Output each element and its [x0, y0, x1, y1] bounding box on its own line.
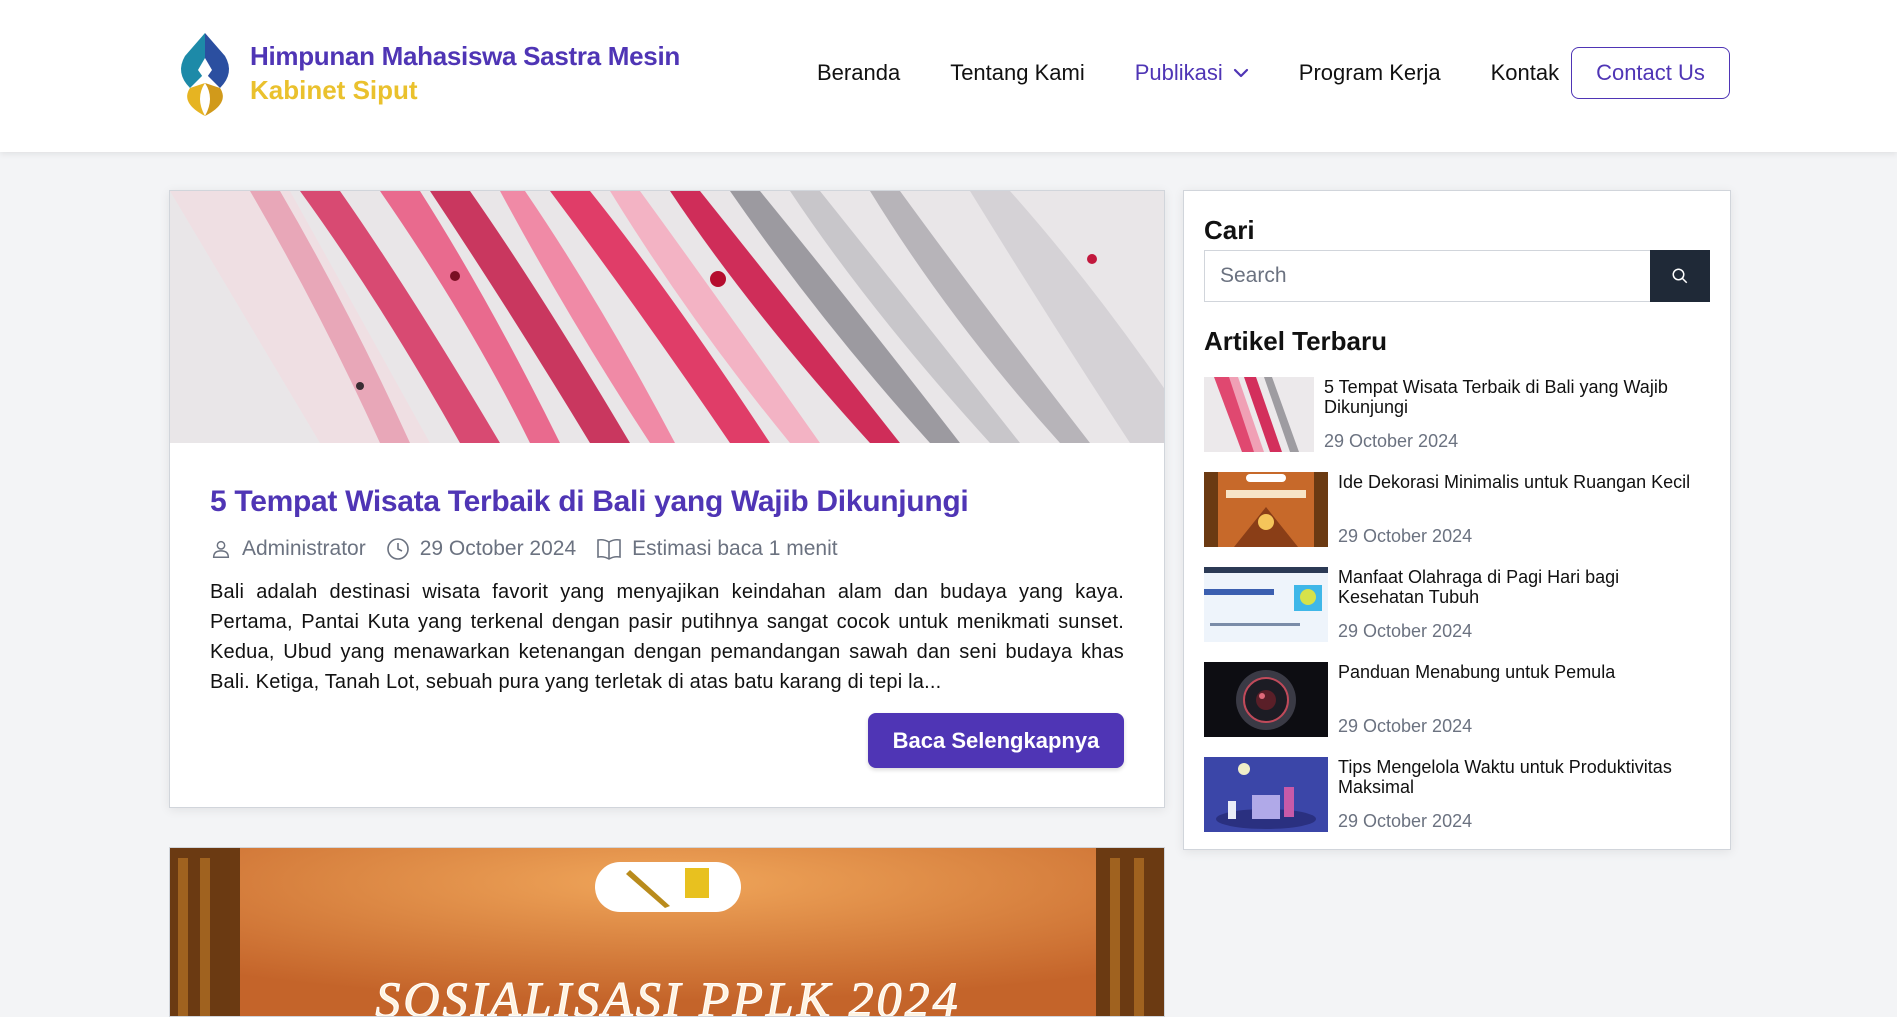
recent-articles-list: 5 Tempat Wisata Terbaik di Bali yang Waj…: [1204, 377, 1710, 852]
recent-article-title: Panduan Menabung untuk Pemula: [1338, 662, 1616, 682]
read-time-text: Estimasi baca 1 menit: [632, 537, 838, 560]
book-open-icon: [597, 538, 621, 560]
recent-article-item[interactable]: 5 Tempat Wisata Terbaik di Bali yang Waj…: [1204, 377, 1710, 472]
recent-article-thumbnail: [1204, 662, 1328, 737]
search-button[interactable]: [1650, 250, 1710, 302]
recent-article-date: 29 October 2024: [1324, 431, 1459, 451]
recent-article-date: 29 October 2024: [1338, 526, 1473, 546]
article-title[interactable]: 5 Tempat Wisata Terbaik di Bali yang Waj…: [210, 485, 1124, 519]
recent-article-title: Ide Dekorasi Minimalis untuk Ruangan Kec…: [1338, 472, 1691, 492]
recent-article-thumbnail: [1204, 377, 1314, 452]
organization-logo-icon: [181, 33, 229, 116]
article-meta: Administrator 29 October 2024 Estimasi b…: [210, 537, 1124, 561]
nav-item-tentang-kami[interactable]: Tentang Kami: [950, 60, 1085, 86]
site-header: Himpunan Mahasiswa Sastra Mesin Kabinet …: [0, 0, 1897, 152]
article-featured-image[interactable]: [170, 191, 1165, 443]
nav-item-publikasi-label: Publikasi: [1134, 60, 1223, 85]
recent-article-date: 29 October 2024: [1338, 811, 1473, 831]
brand-title: Himpunan Mahasiswa Sastra Mesin: [250, 41, 680, 71]
article-author: Administrator: [210, 537, 366, 561]
search-icon: [1672, 268, 1688, 284]
recent-article-item[interactable]: Tips Mengelola Waktu untuk Produktivitas…: [1204, 757, 1710, 852]
article-card: SOSIALISASI PPLK 2024: [169, 847, 1165, 1017]
article-featured-image[interactable]: SOSIALISASI PPLK 2024: [170, 848, 1165, 1017]
nav-item-publikasi[interactable]: Publikasi: [1135, 60, 1249, 86]
banner-text: SOSIALISASI PPLK 2024: [375, 971, 960, 1017]
nav-item-program-kerja[interactable]: Program Kerja: [1299, 60, 1441, 86]
recent-article-item[interactable]: Manfaat Olahraga di Pagi Hari bagi Keseh…: [1204, 567, 1710, 662]
nav-item-kontak[interactable]: Kontak: [1491, 60, 1560, 86]
article-read-time: Estimasi baca 1 menit: [596, 537, 838, 561]
brand[interactable]: Himpunan Mahasiswa Sastra Mesin Kabinet …: [170, 28, 680, 118]
search-input[interactable]: [1204, 250, 1650, 302]
recent-article-item[interactable]: Panduan Menabung untuk Pemula 29 October…: [1204, 662, 1710, 757]
contact-us-button[interactable]: Contact Us: [1571, 47, 1730, 99]
recent-article-thumbnail: [1204, 472, 1328, 547]
user-icon: [212, 540, 230, 558]
article-card: 5 Tempat Wisata Terbaik di Bali yang Waj…: [169, 190, 1165, 808]
author-name: Administrator: [242, 537, 366, 560]
recent-article-thumbnail: [1204, 757, 1328, 832]
search-heading: Cari: [1204, 215, 1255, 245]
recent-article-title: Tips Mengelola Waktu untuk Produktivitas…: [1338, 757, 1672, 797]
chevron-down-icon: [1233, 68, 1248, 78]
recent-article-date: 29 October 2024: [1338, 621, 1473, 641]
main-nav: Beranda Tentang Kami Publikasi Program K…: [817, 47, 1609, 99]
date-text: 29 October 2024: [419, 537, 577, 560]
recent-article-title: 5 Tempat Wisata Terbaik di Bali yang Waj…: [1324, 377, 1668, 417]
brand-subtitle: Kabinet Siput: [250, 75, 418, 105]
search-bar: [1204, 250, 1710, 302]
sidebar: Cari Artikel Terbaru 5 Tempat Wisata Ter…: [1183, 190, 1731, 850]
article-date: 29 October 2024: [386, 537, 576, 561]
nav-item-beranda[interactable]: Beranda: [817, 60, 900, 86]
recent-article-title: Manfaat Olahraga di Pagi Hari bagi Keseh…: [1338, 567, 1620, 607]
article-excerpt: Bali adalah destinasi wisata favorit yan…: [210, 581, 1124, 693]
recent-article-item[interactable]: Ide Dekorasi Minimalis untuk Ruangan Kec…: [1204, 472, 1710, 567]
recent-article-date: 29 October 2024: [1338, 716, 1473, 736]
recent-article-thumbnail: [1204, 567, 1328, 642]
recent-articles-heading: Artikel Terbaru: [1204, 326, 1388, 356]
read-more-button[interactable]: Baca Selengkapnya: [868, 713, 1124, 768]
clock-icon: [386, 538, 409, 560]
